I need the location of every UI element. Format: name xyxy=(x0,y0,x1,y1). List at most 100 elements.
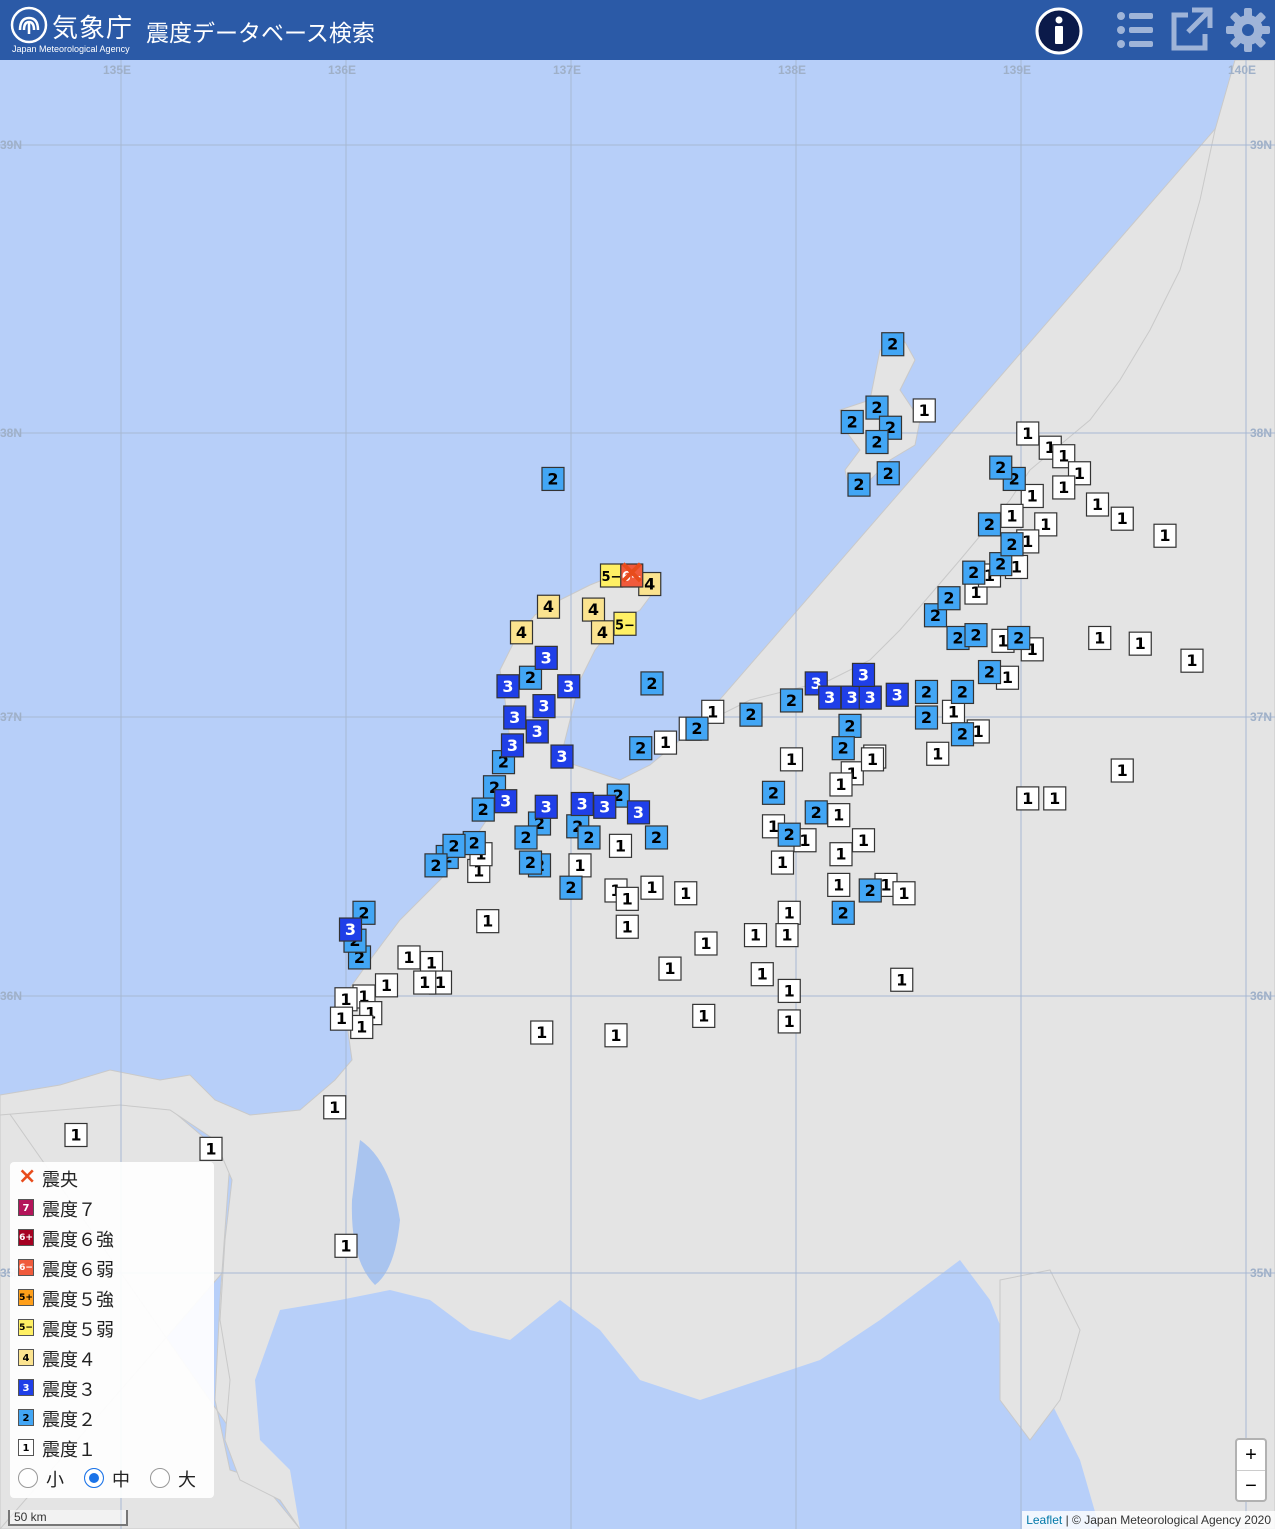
info-icon[interactable] xyxy=(1034,6,1084,56)
station-marker-int-2[interactable]: 2 xyxy=(541,466,565,492)
station-marker-int-2[interactable]: 2 xyxy=(804,800,828,825)
station-marker-int-2[interactable]: 2 xyxy=(847,472,871,497)
station-marker-int-1[interactable]: 1 xyxy=(476,909,500,934)
station-marker-int-1[interactable]: 1 xyxy=(694,931,718,956)
station-marker-int-3[interactable]: 3 xyxy=(818,685,842,710)
station-marker-int-3[interactable]: 3 xyxy=(534,794,558,819)
station-marker-int-1[interactable]: 1 xyxy=(1085,492,1110,517)
station-marker-int-2[interactable]: 2 xyxy=(577,825,601,850)
station-marker-int-1[interactable]: 1 xyxy=(1110,506,1134,531)
station-marker-int-4[interactable]: 4 xyxy=(590,620,615,645)
size-medium-radio[interactable] xyxy=(84,1468,104,1488)
station-marker-int-2[interactable]: 2 xyxy=(881,332,905,357)
station-marker-int-2[interactable]: 2 xyxy=(977,659,1002,685)
station-marker-int-3[interactable]: 3 xyxy=(525,719,549,744)
station-marker-int-5minus[interactable]: 5− xyxy=(613,611,637,636)
station-marker-int-3[interactable]: 3 xyxy=(593,794,617,819)
station-marker-int-3[interactable]: 3 xyxy=(885,682,909,707)
station-marker-int-1[interactable]: 1 xyxy=(397,945,421,970)
station-marker-int-2[interactable]: 2 xyxy=(977,512,1002,537)
station-marker-int-1[interactable]: 1 xyxy=(892,881,916,906)
station-marker-int-3[interactable]: 3 xyxy=(570,791,594,817)
station-marker-int-4[interactable]: 4 xyxy=(509,620,534,645)
station-marker-int-2[interactable]: 2 xyxy=(962,560,986,585)
station-marker-int-1[interactable]: 1 xyxy=(779,747,804,772)
station-marker-int-1[interactable]: 1 xyxy=(1000,503,1024,528)
station-marker-int-1[interactable]: 1 xyxy=(777,978,801,1004)
station-marker-int-1[interactable]: 1 xyxy=(334,1233,358,1258)
station-marker-int-3[interactable]: 3 xyxy=(494,789,518,814)
station-marker-int-2[interactable]: 2 xyxy=(840,409,864,435)
station-marker-int-2[interactable]: 2 xyxy=(514,825,538,850)
station-marker-int-1[interactable]: 1 xyxy=(323,1095,347,1120)
station-marker-int-2[interactable]: 2 xyxy=(865,429,889,455)
station-marker-int-1[interactable]: 1 xyxy=(608,833,633,858)
station-marker-int-1[interactable]: 1 xyxy=(1153,523,1177,548)
station-marker-int-3[interactable]: 3 xyxy=(500,733,525,758)
station-marker-int-2[interactable]: 2 xyxy=(950,722,975,747)
station-marker-int-1[interactable]: 1 xyxy=(829,842,853,867)
station-marker-int-3[interactable]: 3 xyxy=(503,705,527,730)
zoom-out-button[interactable]: − xyxy=(1237,1471,1265,1501)
station-marker-int-2[interactable]: 2 xyxy=(559,875,583,900)
station-marker-int-2[interactable]: 2 xyxy=(644,825,669,850)
station-marker-int-2[interactable]: 2 xyxy=(914,705,939,730)
station-marker-int-3[interactable]: 3 xyxy=(532,694,556,719)
station-marker-int-1[interactable]: 1 xyxy=(199,1136,223,1161)
station-marker-int-1[interactable]: 1 xyxy=(1016,421,1040,446)
station-marker-int-1[interactable]: 1 xyxy=(64,1122,88,1148)
station-marker-int-2[interactable]: 2 xyxy=(876,461,900,486)
station-marker-int-2[interactable]: 2 xyxy=(685,716,709,741)
station-marker-int-3[interactable]: 3 xyxy=(496,674,520,699)
station-marker-int-2[interactable]: 2 xyxy=(761,780,786,805)
station-marker-int-2[interactable]: 2 xyxy=(1007,625,1031,651)
station-marker-int-2[interactable]: 2 xyxy=(914,679,939,705)
station-marker-int-2[interactable]: 2 xyxy=(831,736,855,761)
station-marker-int-3[interactable]: 3 xyxy=(858,685,882,710)
station-marker-int-1[interactable]: 1 xyxy=(777,1009,801,1034)
station-marker-int-2[interactable]: 2 xyxy=(937,586,961,611)
size-small-radio[interactable] xyxy=(18,1468,38,1488)
station-marker-int-3[interactable]: 3 xyxy=(534,645,558,670)
station-marker-int-2[interactable]: 2 xyxy=(629,736,653,761)
station-marker-int-1[interactable]: 1 xyxy=(829,772,853,797)
station-marker-int-3[interactable]: 3 xyxy=(338,917,363,942)
station-marker-int-2[interactable]: 2 xyxy=(777,822,801,847)
station-marker-int-2[interactable]: 2 xyxy=(858,878,882,903)
station-marker-int-1[interactable]: 1 xyxy=(851,828,876,853)
station-marker-int-1[interactable]: 1 xyxy=(1110,758,1134,783)
station-marker-int-2[interactable]: 2 xyxy=(831,900,855,925)
station-marker-int-1[interactable]: 1 xyxy=(827,872,851,898)
station-marker-int-1[interactable]: 1 xyxy=(350,1014,374,1040)
station-marker-int-2[interactable]: 2 xyxy=(989,455,1013,480)
station-marker-int-1[interactable]: 1 xyxy=(1180,648,1204,673)
station-marker-int-1[interactable]: 1 xyxy=(692,1003,716,1028)
station-marker-int-1[interactable]: 1 xyxy=(1016,786,1040,811)
list-icon[interactable] xyxy=(1114,6,1156,54)
station-marker-int-2[interactable]: 2 xyxy=(950,679,975,705)
station-marker-int-1[interactable]: 1 xyxy=(653,730,678,755)
station-marker-int-1[interactable]: 1 xyxy=(775,923,799,948)
station-marker-int-1[interactable]: 1 xyxy=(1052,475,1076,500)
station-marker-int-2[interactable]: 2 xyxy=(865,395,889,420)
station-marker-int-4[interactable]: 4 xyxy=(536,594,561,619)
leaflet-link[interactable]: Leaflet xyxy=(1026,1513,1062,1527)
external-link-icon[interactable] xyxy=(1168,6,1214,54)
station-marker-int-1[interactable]: 1 xyxy=(658,956,682,981)
station-marker-int-2[interactable]: 2 xyxy=(471,797,495,822)
station-marker-int-2[interactable]: 2 xyxy=(779,688,804,713)
gear-icon[interactable] xyxy=(1224,6,1272,54)
station-marker-int-1[interactable]: 1 xyxy=(604,1023,628,1048)
station-marker-int-1[interactable]: 1 xyxy=(912,398,936,423)
station-marker-int-3[interactable]: 3 xyxy=(851,662,876,688)
station-marker-int-1[interactable]: 1 xyxy=(1043,786,1067,811)
station-marker-int-1[interactable]: 1 xyxy=(777,900,801,925)
station-marker-int-2[interactable]: 2 xyxy=(739,702,763,727)
station-marker-int-1[interactable]: 1 xyxy=(750,962,774,987)
size-large-radio[interactable] xyxy=(150,1468,170,1488)
station-marker-int-1[interactable]: 1 xyxy=(860,747,885,772)
station-marker-int-3[interactable]: 3 xyxy=(550,744,574,769)
station-marker-int-1[interactable]: 1 xyxy=(530,1020,554,1045)
station-marker-int-2[interactable]: 2 xyxy=(838,713,862,738)
station-marker-int-2[interactable]: 2 xyxy=(1000,532,1024,557)
